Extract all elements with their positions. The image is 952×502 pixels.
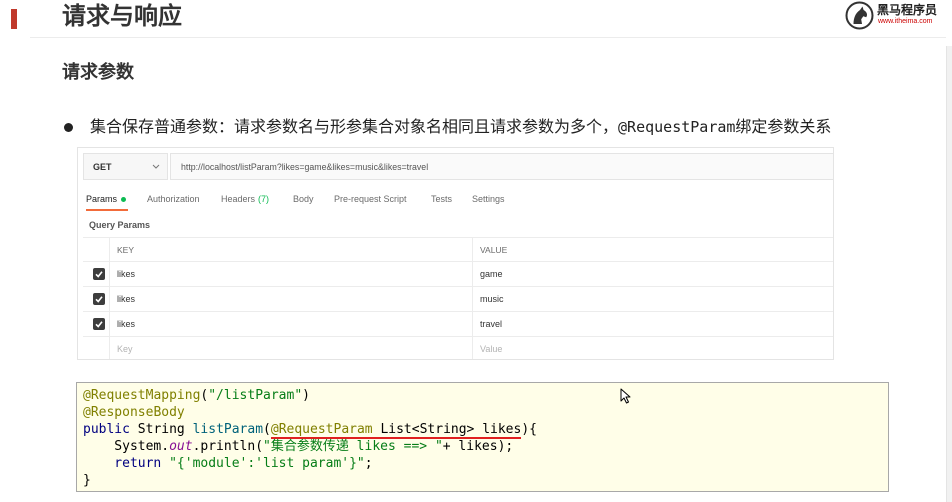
url-input[interactable]: http://localhost/listParam?likes=game&li… <box>170 153 833 180</box>
section-subtitle: 请求参数 <box>62 62 134 82</box>
params-active-dot-icon <box>121 196 127 202</box>
param-key-cell[interactable]: likes <box>110 312 473 336</box>
tab-tests[interactable]: Tests <box>431 192 452 206</box>
header-divider <box>30 37 946 38</box>
code-annotation: @RequestMapping <box>83 388 201 403</box>
column-header-key: KEY <box>110 238 473 261</box>
code-line: @ResponseBody <box>83 404 882 421</box>
code-line: System.out.println("集合参数传递 likes ==> "+ … <box>83 438 882 455</box>
new-value-input[interactable]: Value <box>473 337 833 359</box>
row-check-cell <box>83 262 110 286</box>
code-line: public String listParam(@RequestParam Li… <box>83 421 882 439</box>
bullet-dot <box>64 123 73 132</box>
param-key-cell[interactable]: likes <box>110 287 473 311</box>
code-text: ) <box>302 388 310 403</box>
vertical-scrollbar[interactable] <box>946 46 952 502</box>
table-row: likes music <box>83 286 833 311</box>
tab-params[interactable]: Params <box>86 192 127 206</box>
tab-pre-request-script[interactable]: Pre-request Script <box>334 192 407 206</box>
code-text: .println( <box>192 439 264 454</box>
table-row: likes game <box>83 261 833 286</box>
code-annotation: @ResponseBody <box>83 405 185 420</box>
table-row: likes travel <box>83 311 833 336</box>
active-tab-underline <box>86 209 128 211</box>
code-block: @RequestMapping("/listParam") @ResponseB… <box>76 382 889 492</box>
code-text: String <box>129 422 193 437</box>
code-line: } <box>83 472 882 489</box>
bullet-text-after: 绑定参数关系 <box>735 119 832 136</box>
code-method-name: listParam <box>192 422 264 437</box>
row-check-cell <box>83 312 110 336</box>
code-string: "/listParam" <box>208 388 303 403</box>
url-text: http://localhost/listParam?likes=game&li… <box>181 161 429 172</box>
checkbox-checked[interactable] <box>93 293 105 305</box>
tab-label: Headers <box>221 194 256 204</box>
code-string: "{'module':'list param'}" <box>169 456 365 471</box>
checkbox-checked[interactable] <box>93 318 105 330</box>
page-title: 请求与响应 <box>62 3 182 30</box>
chevron-down-icon <box>152 164 160 169</box>
red-highlight-underline: @RequestParam List<String> likes <box>270 422 522 439</box>
param-value-cell[interactable]: music <box>473 287 833 311</box>
logo-url: www.itheima.com <box>878 18 933 25</box>
bullet-text: 集合保存普通参数：请求参数名与形参集合对象名相同且请求参数为多个，@Reques… <box>90 117 831 138</box>
new-key-input[interactable]: Key <box>110 337 473 359</box>
code-text: ; <box>364 456 373 471</box>
code-line: @RequestMapping("/listParam") <box>83 387 882 404</box>
logo-name: 黑马程序员 <box>877 3 938 17</box>
code-string: "集合参数传递 likes ==> " <box>263 439 443 454</box>
tab-label: Settings <box>472 194 505 204</box>
mouse-cursor-icon <box>620 388 631 404</box>
postman-request-panel: GET http://localhost/listParam?likes=gam… <box>77 147 834 360</box>
code-text: + likes); <box>442 439 514 454</box>
headers-count-badge: (7) <box>258 194 270 204</box>
tab-label: Body <box>293 194 314 204</box>
param-value-cell[interactable]: game <box>473 262 833 286</box>
method-select[interactable]: GET <box>83 153 168 180</box>
code-text: List<String> likes <box>372 422 522 437</box>
tab-settings[interactable]: Settings <box>472 192 505 206</box>
code-text: ( <box>263 422 271 437</box>
tab-authorization[interactable]: Authorization <box>147 192 200 206</box>
code-annotation: @RequestParam <box>270 422 373 437</box>
code-text: System. <box>114 439 170 454</box>
checkbox-checked[interactable] <box>93 268 105 280</box>
code-keyword: return <box>114 456 170 471</box>
request-url-bar: GET http://localhost/listParam?likes=gam… <box>83 153 833 180</box>
query-params-label: Query Params <box>89 220 151 230</box>
title-accent-bar <box>11 9 17 29</box>
tab-headers[interactable]: Headers (7) <box>221 192 269 206</box>
table-header-row: KEY VALUE <box>83 237 833 261</box>
horse-logo-icon <box>845 1 874 30</box>
code-text: ){ <box>521 422 537 437</box>
method-label: GET <box>93 161 112 172</box>
tab-label: Tests <box>431 194 453 204</box>
code-text: } <box>83 473 91 488</box>
param-value-cell[interactable]: travel <box>473 312 833 336</box>
bullet-code: @RequestParam <box>618 118 736 136</box>
table-new-row: Key Value <box>83 336 833 359</box>
row-check-cell <box>83 337 110 359</box>
tab-label: Authorization <box>147 194 200 204</box>
tab-body[interactable]: Body <box>293 192 314 206</box>
tab-label: Params <box>86 194 118 204</box>
code-line: return "{'module':'list param'}"; <box>83 455 882 472</box>
column-header-value: VALUE <box>480 244 508 255</box>
tab-label: Pre-request Script <box>334 194 407 204</box>
header-check-cell <box>83 238 110 261</box>
code-field: out <box>169 439 193 454</box>
row-check-cell <box>83 287 110 311</box>
code-keyword: public <box>83 422 130 437</box>
param-key-cell[interactable]: likes <box>110 262 473 286</box>
bullet-text-before: 集合保存普通参数：请求参数名与形参集合对象名相同且请求参数为多个， <box>90 119 619 136</box>
query-params-table: KEY VALUE likes game likes music likes t… <box>83 237 833 359</box>
